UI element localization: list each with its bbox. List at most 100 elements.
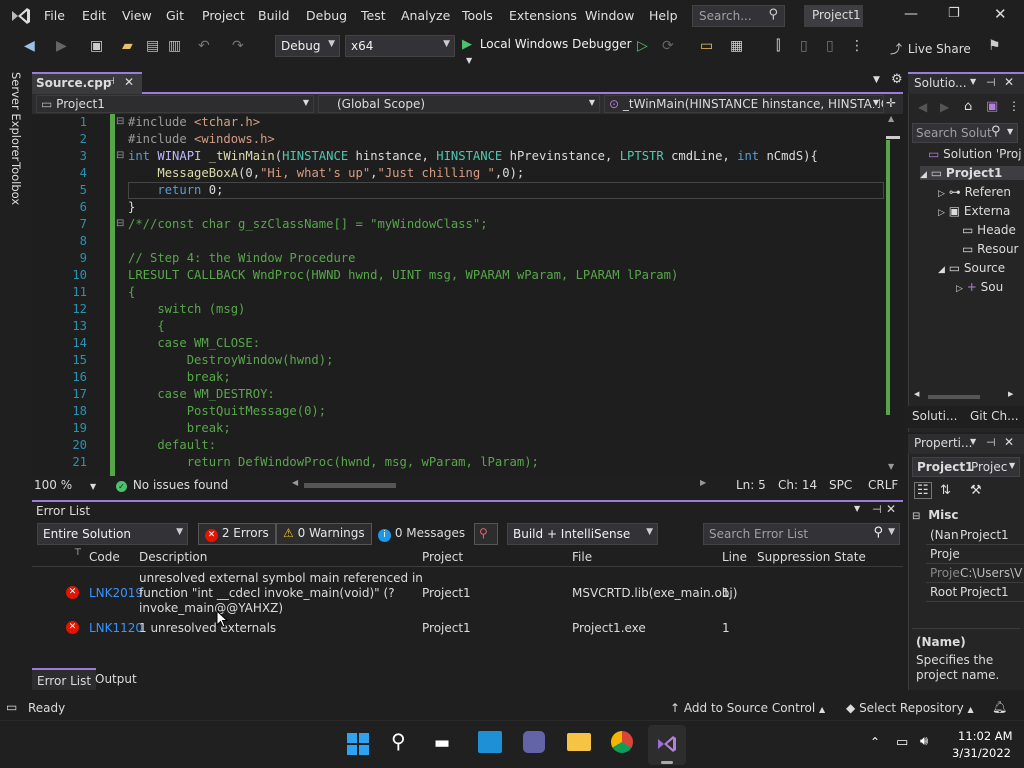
sort-icon[interactable]: ⊤ [74,548,82,558]
tab-source-cpp[interactable]: Source.cpp ⊣ ✕ [32,72,142,94]
search-icon[interactable]: ⚲ [391,729,406,753]
menu-project[interactable]: Project [202,8,245,23]
scroll-left-icon[interactable]: ◀ [914,390,919,398]
close-icon[interactable]: ✕ [994,5,1007,23]
run-debugger-button[interactable]: ▶ Local Windows Debugger ▼ [462,37,632,65]
new-project-icon[interactable]: ▣ [90,38,103,54]
tab-output[interactable]: Output [90,672,142,686]
menu-edit[interactable]: Edit [82,8,106,23]
home-icon[interactable]: ⌂ [964,99,972,114]
table-row[interactable]: ✕ LNK1120 1 unresolved externals Project… [32,619,902,637]
chat-icon[interactable] [523,731,545,753]
properties-object-select[interactable]: Project1 Projec ▼ [912,457,1020,477]
undo-icon[interactable]: ↶ [198,38,210,54]
column-indicator[interactable]: Ch: 14 [778,478,817,492]
warnings-filter-button[interactable]: ⚠ 0 Warnings [276,523,372,545]
network-icon[interactable]: ▭ [896,735,908,750]
panel-menu-icon[interactable]: ▼ [970,77,976,86]
feedback-icon[interactable]: ⚑ [988,38,1001,54]
scope-dropdown[interactable]: (Global Scope) ▼ [318,95,600,113]
notifications-icon[interactable]: 🔔︎ [992,700,1007,714]
split-editor-icon[interactable]: ✛ [886,96,896,110]
table-row[interactable]: ✕ LNK2019 unresolved external symbol mai… [32,570,902,616]
tree-item-solution[interactable]: ▭ Solution 'Proj [928,147,1022,161]
redo-icon[interactable]: ↷ [232,38,244,54]
member-dropdown[interactable]: ⊙ _tWinMain(HINSTANCE hinstance, HINSTAN… [604,95,884,113]
column-file[interactable]: File [572,550,592,564]
fold-icon[interactable]: ⊟ [116,150,124,161]
layout-icon[interactable]: ▦ [730,38,743,54]
solution-hscrollbar[interactable]: ◀ ▶ [912,390,1020,402]
menu-test[interactable]: Test [361,8,386,23]
hscroll-thumb[interactable] [304,483,396,488]
fold-icon[interactable]: ⊟ [116,218,124,229]
pin-icon[interactable]: ⊣ [106,76,115,87]
more-icon[interactable]: ⋮ [850,38,864,54]
panel-close-icon[interactable]: ✕ [886,502,896,516]
tab-error-list[interactable]: Error List [32,668,97,690]
tab-overflow-icon[interactable]: ▼ [873,75,880,85]
panel-close-icon[interactable]: ✕ [1004,75,1014,89]
property-row[interactable]: Proje C:\Users\V [926,564,1024,583]
panel-menu-icon[interactable]: ▼ [970,437,976,446]
open-folder-icon[interactable]: ▰ [122,38,133,54]
property-pages-icon[interactable]: ⚒ [970,483,982,498]
tree-item-headers[interactable]: ▭ Heade [962,223,1016,237]
config-select[interactable]: Debug ▼ [275,35,340,57]
tree-item-resources[interactable]: ▭ Resour [962,242,1019,256]
category-misc[interactable]: ⊟ Misc [912,508,1024,526]
menu-git[interactable]: Git [166,8,184,23]
visual-studio-taskbar-icon[interactable] [648,725,686,765]
filter-button[interactable]: ⚲ [474,523,498,545]
restore-icon[interactable]: ❐ [948,6,960,21]
file-explorer-icon[interactable] [567,733,591,751]
solution-search-input[interactable]: Search Solut ⚲ ▼ [912,123,1018,143]
chrome-icon[interactable] [611,731,633,753]
pin-icon[interactable]: ⊣ [986,436,996,449]
back-icon[interactable]: ◀ [24,38,35,54]
error-code[interactable]: LNK1120 [89,621,143,635]
tree-item-references[interactable]: ▷ ⊶ Referen [938,185,1011,199]
menu-debug[interactable]: Debug [306,8,347,23]
issues-indicator[interactable]: ✓ No issues found [116,478,228,492]
widgets-icon[interactable] [478,731,502,753]
align-icon[interactable]: ⫿ [776,38,780,54]
source-select[interactable]: Build + IntelliSense ▼ [507,523,658,545]
folder-icon[interactable]: ▭ [700,38,713,54]
column-project[interactable]: Project [422,550,463,564]
categorized-icon[interactable]: ☷ [914,482,932,499]
whitespace-indicator[interactable]: SPC [829,478,852,492]
tab-solution-explorer[interactable]: Soluti... [912,409,957,423]
pin-icon[interactable]: ⊣ [986,76,996,89]
scroll-right-icon[interactable]: ▶ [1008,390,1013,398]
settings-icon[interactable]: ⚙ [891,72,903,87]
hot-reload-icon[interactable]: ⟳ [662,38,674,54]
add-source-control-button[interactable]: ↑ Add to Source Control ▲ [670,701,825,715]
menu-file[interactable]: File [44,8,65,23]
menu-help[interactable]: Help [649,8,678,23]
tree-item-source-cpp[interactable]: ▷ + Sou [956,280,1003,294]
error-search-input[interactable]: Search Error List ⚲ ▼ [703,523,900,545]
task-view-icon[interactable]: ▬ [434,733,450,753]
clock-time[interactable]: 11:02 AM [958,729,1013,743]
pin-icon[interactable]: ⊣ [872,503,882,516]
select-repository-button[interactable]: ◆ Select Repository ▲ [846,701,974,715]
windows-start-icon[interactable] [347,733,369,755]
switch-views-icon[interactable]: ▣ [986,99,998,114]
project-dropdown[interactable]: ▭ Project1 ▼ [36,95,314,113]
format-icon[interactable]: ▯ [800,38,808,54]
column-description[interactable]: Description [139,550,207,564]
tab-git-changes[interactable]: Git Ch... [970,409,1019,423]
menu-extensions[interactable]: Extensions [509,8,577,23]
minimize-icon[interactable]: — [904,6,918,22]
clock-date[interactable]: 3/31/2022 [952,746,1011,760]
error-scope-select[interactable]: Entire Solution ▼ [37,523,188,545]
toolbox-tab[interactable]: Toolbox [9,162,23,205]
tree-item-external[interactable]: ▷ ▣ Externa [938,204,1010,218]
more-icon[interactable]: ⋮ [1008,99,1020,113]
back-icon[interactable]: ◀ [918,100,927,114]
live-share-button[interactable]: ⤴ Live Share [890,40,971,57]
column-suppression-state[interactable]: Suppression State [757,550,866,564]
chevron-up-icon[interactable]: ⌃ [870,735,880,749]
messages-filter-button[interactable]: i 0 Messages [378,526,465,542]
